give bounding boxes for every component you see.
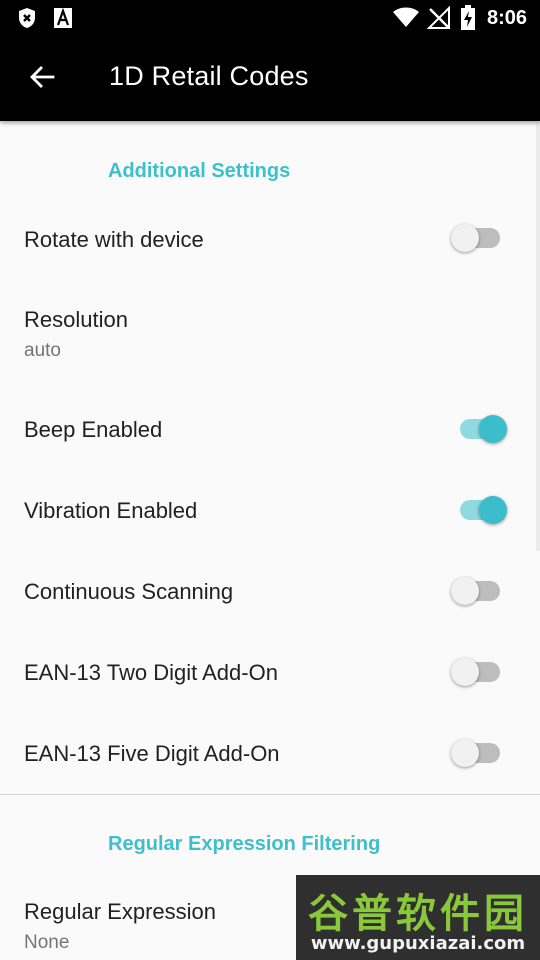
font-a-icon [53, 7, 73, 34]
arrow-back-icon [29, 64, 55, 95]
page-title: 1D Retail Codes [109, 61, 309, 91]
continuous-scanning-toggle[interactable] [451, 573, 511, 609]
ean13-two-digit-toggle[interactable] [451, 654, 511, 690]
settings-list[interactable]: Additional Settings Rotate with device R… [0, 121, 540, 960]
no-signal-icon [426, 5, 451, 35]
wifi-icon [392, 6, 420, 33]
pref-beep-enabled[interactable]: Beep Enabled [0, 389, 540, 469]
battery-charging-icon [460, 5, 476, 36]
switch-thumb [451, 577, 479, 605]
pref-continuous-scanning[interactable]: Continuous Scanning [0, 551, 540, 631]
pref-title: Beep Enabled [24, 417, 163, 442]
pref-summary: None [24, 932, 70, 953]
pref-title: Regular Expression [24, 899, 216, 924]
status-bar: 8:06 [0, 0, 540, 37]
shield-x-icon [16, 7, 38, 34]
switch-thumb [451, 224, 479, 252]
pref-vibration-enabled[interactable]: Vibration Enabled [0, 470, 540, 550]
back-button[interactable] [18, 55, 66, 103]
vibration-toggle[interactable] [451, 492, 511, 528]
section-header-additional-settings: Additional Settings [108, 160, 291, 182]
pref-rotate-with-device[interactable]: Rotate with device [0, 199, 540, 279]
app-bar: 1D Retail Codes [0, 37, 540, 121]
section-divider [0, 794, 540, 795]
pref-ean13-two-digit[interactable]: EAN-13 Two Digit Add-On [0, 632, 540, 712]
ean13-five-digit-toggle[interactable] [451, 735, 511, 771]
pref-title: EAN-13 Five Digit Add-On [24, 741, 280, 766]
watermark-logo: 谷普软件园 www.gupuxiazai.com [296, 875, 540, 960]
pref-summary: auto [24, 340, 61, 361]
switch-thumb [451, 658, 479, 686]
pref-title: Resolution [24, 307, 128, 332]
pref-title: Continuous Scanning [24, 579, 234, 604]
watermark-url: www.gupuxiazai.com [310, 933, 526, 954]
pref-title: EAN-13 Two Digit Add-On [24, 660, 278, 685]
section-header-regex-filtering: Regular Expression Filtering [108, 833, 381, 855]
switch-thumb [451, 739, 479, 767]
rotate-toggle[interactable] [451, 220, 511, 256]
scrollbar[interactable] [536, 121, 540, 551]
pref-ean13-five-digit[interactable]: EAN-13 Five Digit Add-On [0, 713, 540, 793]
pref-resolution[interactable]: Resolution auto [0, 279, 540, 389]
switch-thumb [479, 496, 507, 524]
beep-toggle[interactable] [451, 411, 511, 447]
watermark-title: 谷普软件园 [308, 891, 528, 937]
switch-thumb [479, 415, 507, 443]
pref-title: Rotate with device [24, 227, 204, 252]
pref-title: Vibration Enabled [24, 498, 198, 523]
status-time: 8:06 [486, 7, 527, 29]
